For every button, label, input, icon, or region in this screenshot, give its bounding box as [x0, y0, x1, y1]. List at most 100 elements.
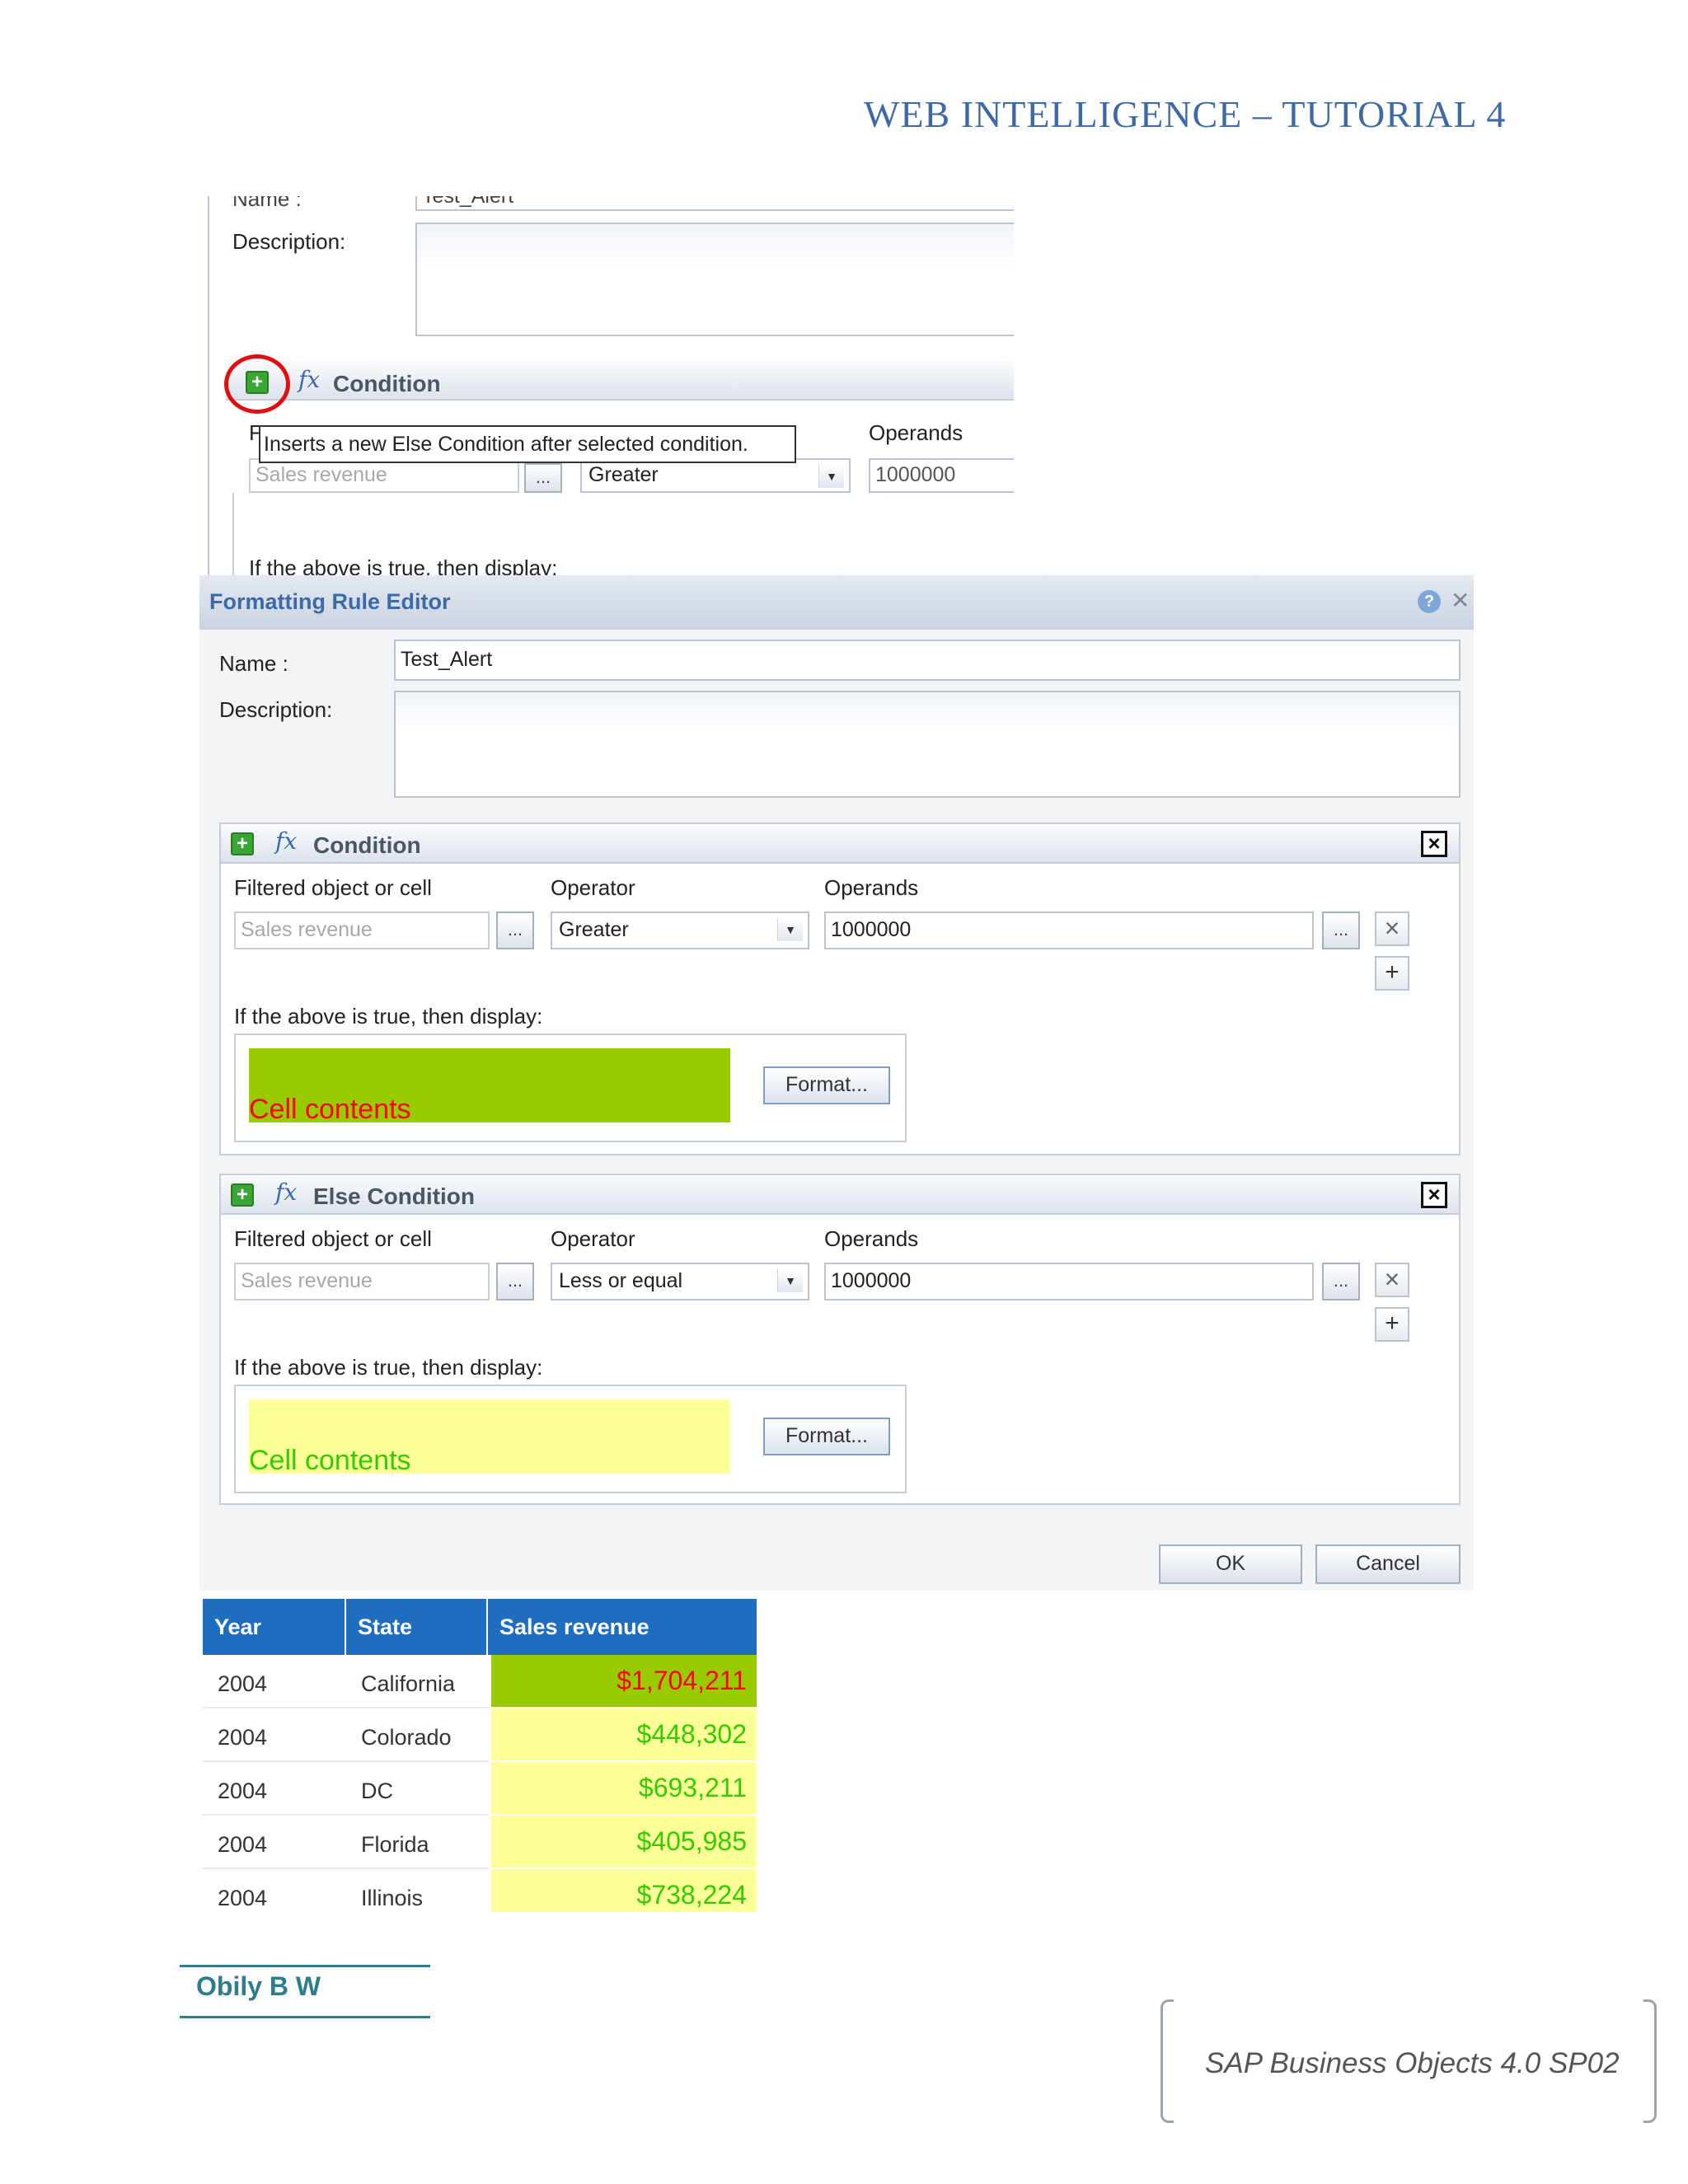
table-cell-year: 2004 [203, 1655, 346, 1708]
cell-contents-text: Cell contents [249, 1094, 411, 1125]
table-cell-revenue: $693,211 [491, 1762, 757, 1814]
help-icon[interactable]: ? [1418, 590, 1441, 613]
remove-condition-icon[interactable]: × [1421, 831, 1447, 857]
filtered-object-browse-button[interactable]: ... [496, 912, 534, 949]
operator-select[interactable]: Greater ▼ [551, 912, 809, 949]
column-header-sales-revenue[interactable]: Sales revenue [488, 1599, 757, 1655]
top-filtered-field[interactable]: Sales revenue [249, 458, 519, 493]
filtered-object-label: Filtered object or cell [234, 875, 432, 900]
add-else-condition-icon[interactable]: + [231, 832, 254, 855]
table-cell-state: Florida [346, 1816, 488, 1869]
description-label: Description: [219, 697, 333, 722]
table-cell-year: 2004 [203, 1708, 346, 1762]
operand-field[interactable]: 1000000 [824, 912, 1314, 949]
else-operator-value: Less or equal [559, 1269, 683, 1292]
name-field[interactable]: Test_Alert [394, 640, 1461, 681]
else-filtered-object-label: Filtered object or cell [234, 1226, 432, 1251]
description-field[interactable] [394, 691, 1461, 798]
else-operand-browse-button[interactable]: ... [1322, 1263, 1360, 1301]
table-cell-year: 2004 [203, 1762, 346, 1816]
table-cell-state: Colorado [346, 1708, 488, 1762]
table-row: 2004 Colorado $448,302 [203, 1708, 757, 1762]
footer-rule-bottom [180, 2016, 430, 2018]
top-operand-field[interactable]: 1000000 [869, 458, 1014, 493]
remove-else-condition-icon[interactable]: × [1421, 1182, 1447, 1208]
top-screenshot: Name : Test_Alert Description: + fx Cond… [208, 196, 1014, 577]
top-operator-select[interactable]: Greater ▼ [580, 458, 851, 493]
tooltip: Inserts a new Else Condition after selec… [259, 425, 796, 463]
ok-button[interactable]: OK [1159, 1544, 1302, 1584]
top-description-label: Description: [232, 229, 346, 254]
table-cell-year: 2004 [203, 1816, 346, 1869]
top-description-field[interactable] [415, 223, 1014, 336]
else-then-display-label: If the above is true, then display: [234, 1355, 543, 1380]
top-operator-value: Greater [588, 463, 659, 486]
column-header-year[interactable]: Year [203, 1599, 346, 1655]
add-else-operand-icon[interactable]: + [1375, 1307, 1409, 1342]
operands-label: Operands [824, 875, 919, 900]
else-cell-contents-text: Cell contents [249, 1445, 411, 1476]
condition-title: Condition [313, 832, 421, 858]
fx-icon: fx [298, 366, 321, 393]
top-filtered-browse-button[interactable]: ... [524, 463, 562, 493]
dialog-title: Formatting Rule Editor [209, 589, 451, 614]
then-display-label: If the above is true, then display: [234, 1004, 543, 1029]
chevron-down-icon: ▼ [818, 465, 844, 488]
else-operator-select[interactable]: Less or equal ▼ [551, 1263, 809, 1301]
add-else-condition-icon[interactable]: + [231, 1183, 254, 1207]
else-condition-title: Else Condition [313, 1183, 475, 1209]
else-condition-section: + fx Else Condition × Filtered object or… [219, 1174, 1461, 1505]
cell-contents-preview: Cell contents [249, 1048, 730, 1125]
operator-value: Greater [559, 918, 629, 941]
condition-section: + fx Condition × Filtered object or cell… [219, 823, 1461, 1155]
fx-icon: fx [275, 1179, 298, 1206]
page-header-title: WEB INTELLIGENCE – TUTORIAL 4 [864, 93, 1507, 135]
footer-author: Obily B W [196, 1971, 321, 2001]
add-operand-icon[interactable]: + [1375, 956, 1409, 991]
table-row: 2004 DC $693,211 [203, 1762, 757, 1816]
chevron-down-icon: ▼ [777, 918, 803, 941]
table-cell-state: Illinois [346, 1869, 488, 1912]
top-condition-title: Condition [333, 371, 441, 396]
format-button[interactable]: Format... [763, 1066, 890, 1104]
else-display-preview-box: Cell contents Format... [234, 1385, 907, 1493]
else-operator-label: Operator [551, 1226, 635, 1251]
else-cell-contents-preview: Cell contents [249, 1399, 730, 1476]
display-preview-box: Cell contents Format... [234, 1033, 907, 1142]
top-name-field[interactable]: Test_Alert [415, 196, 1014, 211]
remove-else-operand-icon[interactable]: × [1375, 1263, 1409, 1297]
close-icon[interactable]: ✕ [1451, 587, 1470, 614]
chevron-down-icon: ▼ [777, 1269, 803, 1292]
table-cell-revenue: $405,985 [491, 1816, 757, 1868]
table-cell-revenue: $448,302 [491, 1708, 757, 1760]
table-row: 2004 California $1,704,211 [203, 1655, 757, 1708]
else-format-button[interactable]: Format... [763, 1418, 890, 1455]
filtered-object-field[interactable]: Sales revenue [234, 912, 490, 949]
table-row: 2004 Illinois $738,224 [203, 1869, 757, 1912]
top-name-label: Name : [232, 196, 302, 211]
column-header-state[interactable]: State [346, 1599, 488, 1655]
else-filtered-object-browse-button[interactable]: ... [496, 1263, 534, 1301]
footer-bracket-left [1160, 1999, 1174, 2123]
table-cell-year: 2004 [203, 1869, 346, 1912]
fx-icon: fx [275, 827, 298, 855]
table-row: 2004 Florida $405,985 [203, 1816, 757, 1869]
top-operands-label: Operands [869, 420, 964, 445]
cancel-button[interactable]: Cancel [1315, 1544, 1461, 1584]
name-label: Name : [219, 651, 288, 676]
table-cell-state: DC [346, 1762, 488, 1816]
operator-label: Operator [551, 875, 635, 900]
formatting-rule-editor-dialog: Formatting Rule Editor ? ✕ Name : Test_A… [199, 575, 1474, 1591]
footer-rule-top [180, 1965, 430, 1967]
table-cell-state: California [346, 1655, 488, 1708]
top-then-display-label: If the above is true, then display: [249, 555, 558, 577]
sales-table: Year State Sales revenue 2004 California… [203, 1599, 757, 1912]
remove-operand-icon[interactable]: × [1375, 912, 1409, 946]
footer-product: SAP Business Objects 4.0 SP02 [1205, 2047, 1620, 2079]
operand-browse-button[interactable]: ... [1322, 912, 1360, 949]
add-condition-icon[interactable]: + [246, 371, 269, 394]
table-cell-revenue: $738,224 [491, 1869, 757, 1912]
else-operands-label: Operands [824, 1226, 919, 1251]
else-filtered-object-field[interactable]: Sales revenue [234, 1263, 490, 1301]
else-operand-field[interactable]: 1000000 [824, 1263, 1314, 1301]
